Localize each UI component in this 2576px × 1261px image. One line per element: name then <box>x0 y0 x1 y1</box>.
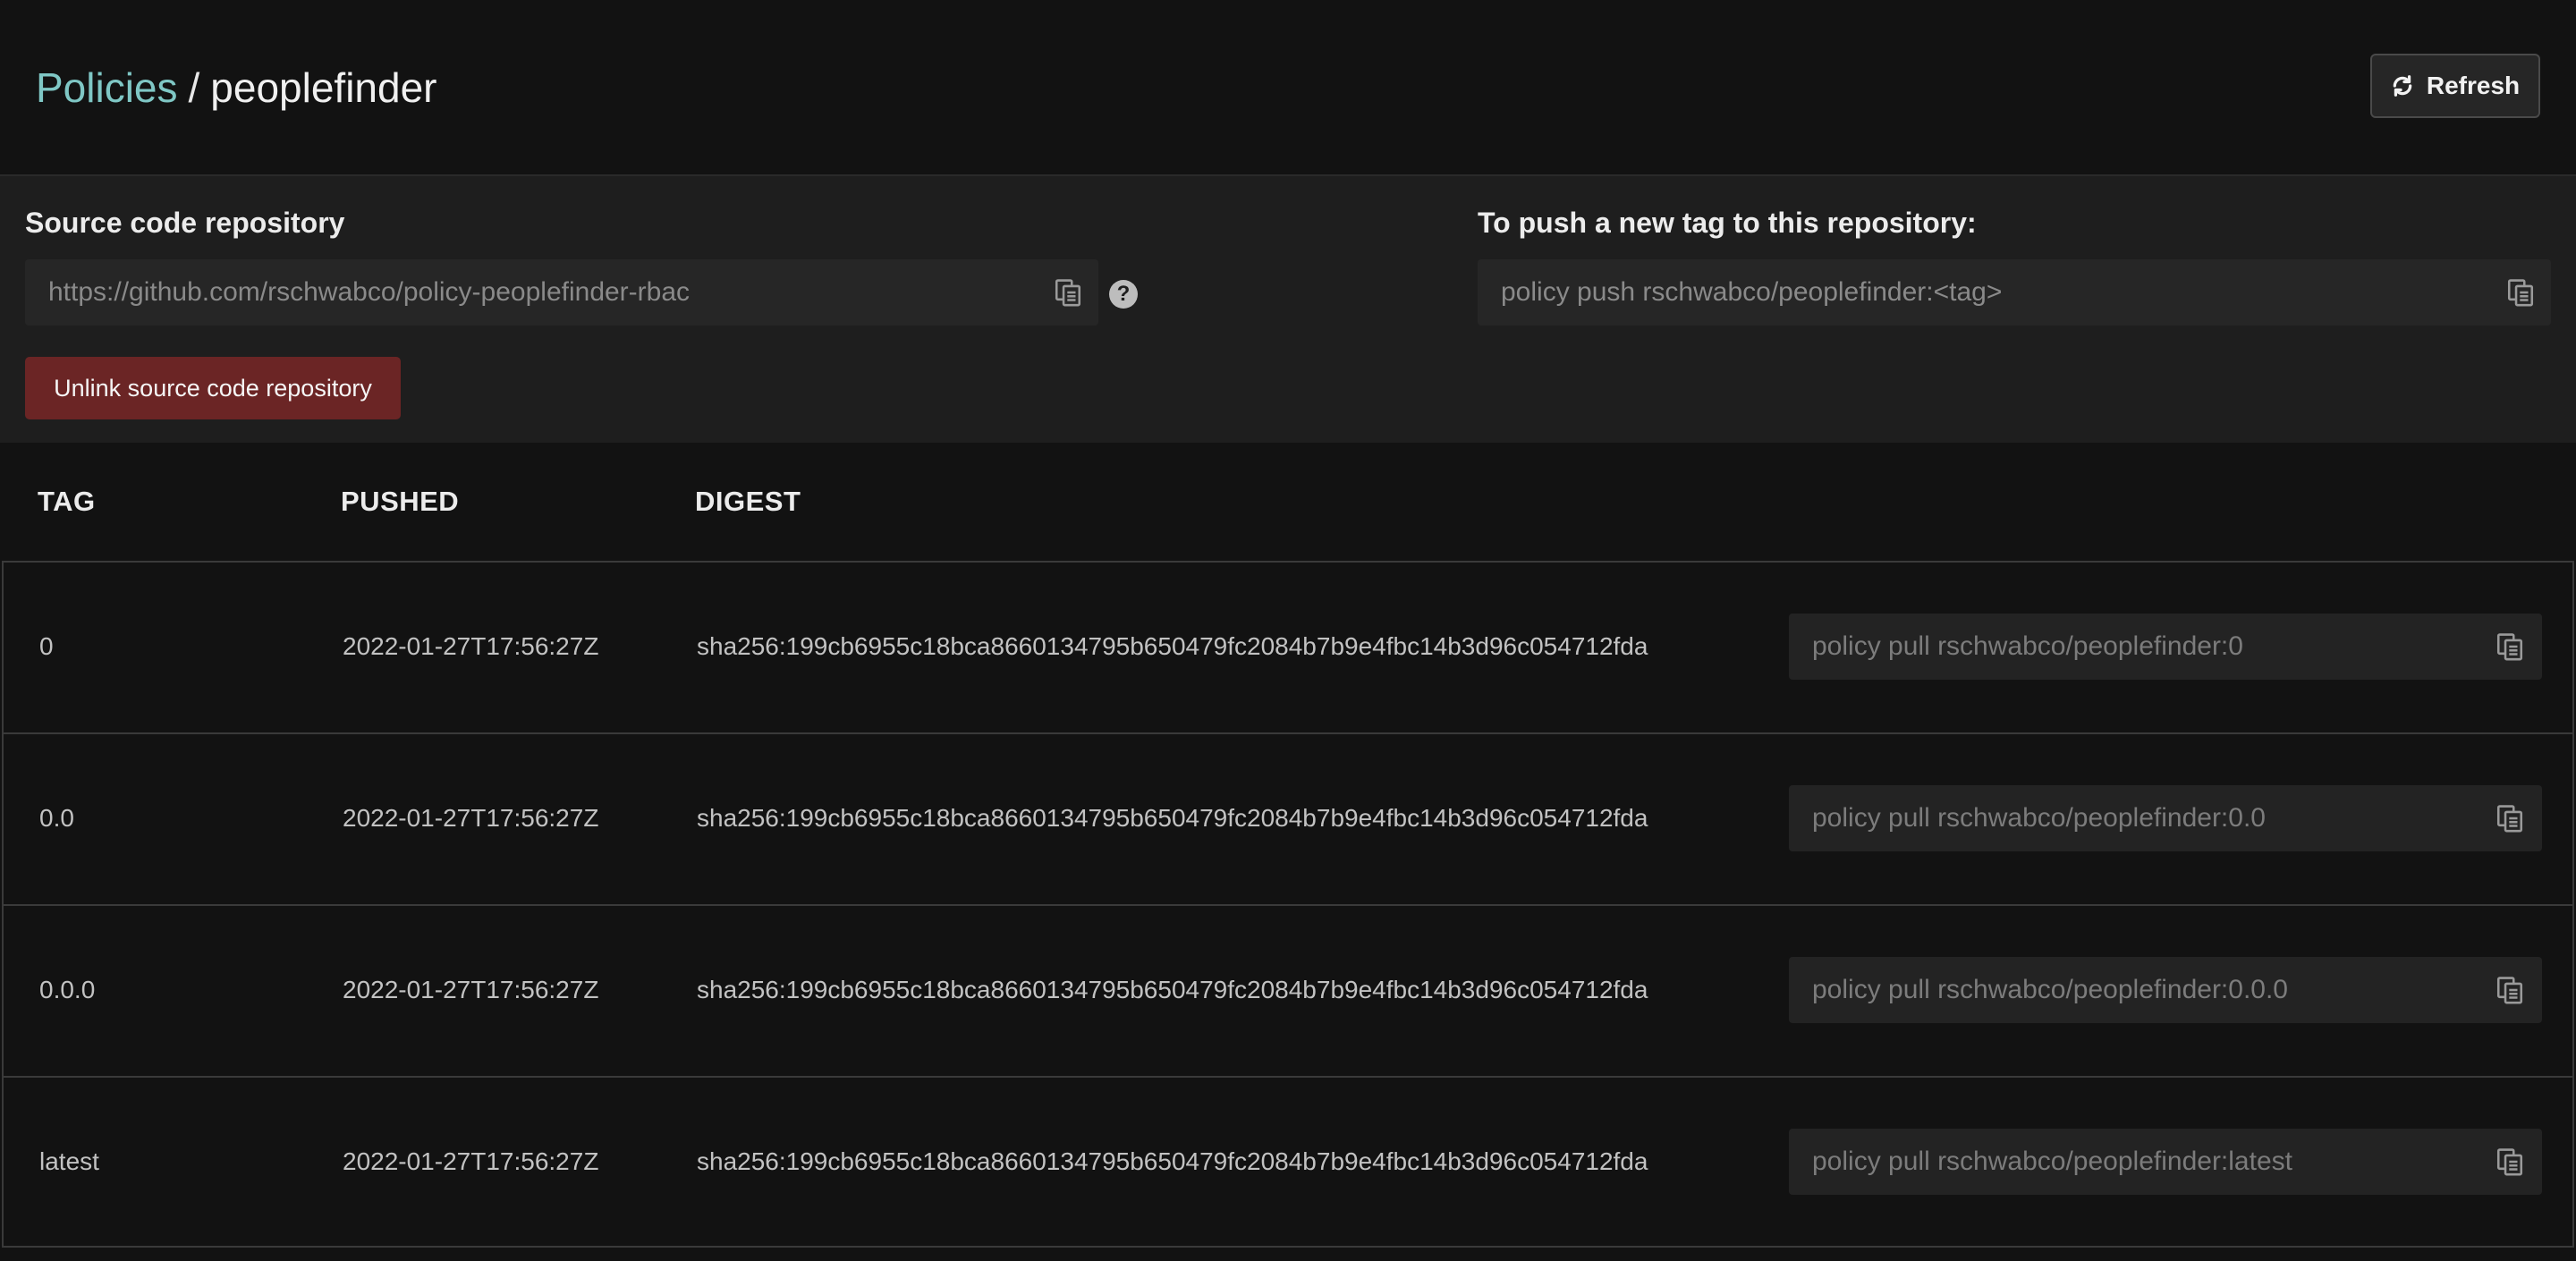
pull-command-field[interactable]: policy pull rschwabco/peoplefinder:0 <box>1789 614 2542 680</box>
breadcrumb-separator: / <box>188 64 200 111</box>
pull-command: policy pull rschwabco/peoplefinder:lates… <box>1812 1147 2292 1176</box>
unlink-repo-button[interactable]: Unlink source code repository <box>25 357 401 419</box>
help-icon[interactable]: ? <box>1109 280 1138 309</box>
copy-pull-command-button[interactable] <box>2490 970 2529 1010</box>
copy-icon <box>1055 279 1081 307</box>
copy-icon <box>2496 1148 2523 1176</box>
copy-pull-command-button[interactable] <box>2490 799 2529 838</box>
column-header-digest: DIGEST <box>695 486 801 517</box>
repository-panel: Source code repository https://github.co… <box>0 174 2576 443</box>
pushed-cell: 2022-01-27T17:56:27Z <box>343 632 599 660</box>
column-header-pushed: PUSHED <box>341 486 460 517</box>
copy-pull-command-button[interactable] <box>2490 1142 2529 1181</box>
page-header: Policies / peoplefinder Refresh <box>0 0 2576 174</box>
copy-pull-command-button[interactable] <box>2490 627 2529 666</box>
pull-command: policy pull rschwabco/peoplefinder:0.0.0 <box>1812 975 2288 1004</box>
digest-cell: sha256:199cb6955c18bca8660134795b650479f… <box>697 804 1648 832</box>
source-repo-url: https://github.com/rschwabco/policy-peop… <box>48 277 691 307</box>
pull-command-field[interactable]: policy pull rschwabco/peoplefinder:lates… <box>1789 1129 2542 1195</box>
refresh-icon <box>2393 75 2412 97</box>
table-row: 0.0.0 2022-01-27T17:56:27Z sha256:199cb6… <box>2 904 2574 1076</box>
source-repo-url-field[interactable]: https://github.com/rschwabco/policy-peop… <box>25 259 1098 326</box>
tag-cell: latest <box>39 1147 99 1175</box>
source-repo-label: Source code repository <box>25 207 345 239</box>
copy-icon <box>2496 977 2523 1004</box>
copy-icon <box>2496 633 2523 661</box>
column-header-tag: TAG <box>38 486 96 517</box>
pull-command: policy pull rschwabco/peoplefinder:0 <box>1812 631 2243 661</box>
digest-cell: sha256:199cb6955c18bca8660134795b650479f… <box>697 976 1648 1003</box>
copy-icon <box>2507 279 2534 307</box>
push-tag-label: To push a new tag to this repository: <box>1478 207 1977 239</box>
breadcrumb: Policies / peoplefinder <box>36 63 437 113</box>
tag-cell: 0.0.0 <box>39 976 96 1003</box>
copy-push-command-button[interactable] <box>2501 273 2540 312</box>
pull-command-field[interactable]: policy pull rschwabco/peoplefinder:0.0 <box>1789 785 2542 851</box>
copy-source-url-button[interactable] <box>1048 273 1088 312</box>
copy-icon <box>2496 805 2523 833</box>
digest-cell: sha256:199cb6955c18bca8660134795b650479f… <box>697 632 1648 660</box>
refresh-button[interactable]: Refresh <box>2370 54 2540 118</box>
pushed-cell: 2022-01-27T17:56:27Z <box>343 976 599 1003</box>
breadcrumb-policies-link[interactable]: Policies <box>36 64 178 111</box>
pull-command: policy pull rschwabco/peoplefinder:0.0 <box>1812 803 2266 833</box>
table-row: 0.0 2022-01-27T17:56:27Z sha256:199cb695… <box>2 732 2574 904</box>
pushed-cell: 2022-01-27T17:56:27Z <box>343 1147 599 1175</box>
page-title: peoplefinder <box>210 64 437 111</box>
refresh-button-label: Refresh <box>2426 72 2521 99</box>
push-command-field[interactable]: policy push rschwabco/peoplefinder:<tag> <box>1478 259 2551 326</box>
tag-cell: 0 <box>39 632 54 660</box>
pull-command-field[interactable]: policy pull rschwabco/peoplefinder:0.0.0 <box>1789 957 2542 1023</box>
tag-cell: 0.0 <box>39 804 74 832</box>
tags-table-header: TAG PUSHED DIGEST <box>0 443 2576 561</box>
table-row: 0 2022-01-27T17:56:27Z sha256:199cb6955c… <box>2 561 2574 732</box>
pushed-cell: 2022-01-27T17:56:27Z <box>343 804 599 832</box>
digest-cell: sha256:199cb6955c18bca8660134795b650479f… <box>697 1147 1648 1175</box>
tags-table: 0 2022-01-27T17:56:27Z sha256:199cb6955c… <box>2 561 2574 1248</box>
push-command: policy push rschwabco/peoplefinder:<tag> <box>1501 277 2003 307</box>
table-row: latest 2022-01-27T17:56:27Z sha256:199cb… <box>2 1076 2574 1248</box>
